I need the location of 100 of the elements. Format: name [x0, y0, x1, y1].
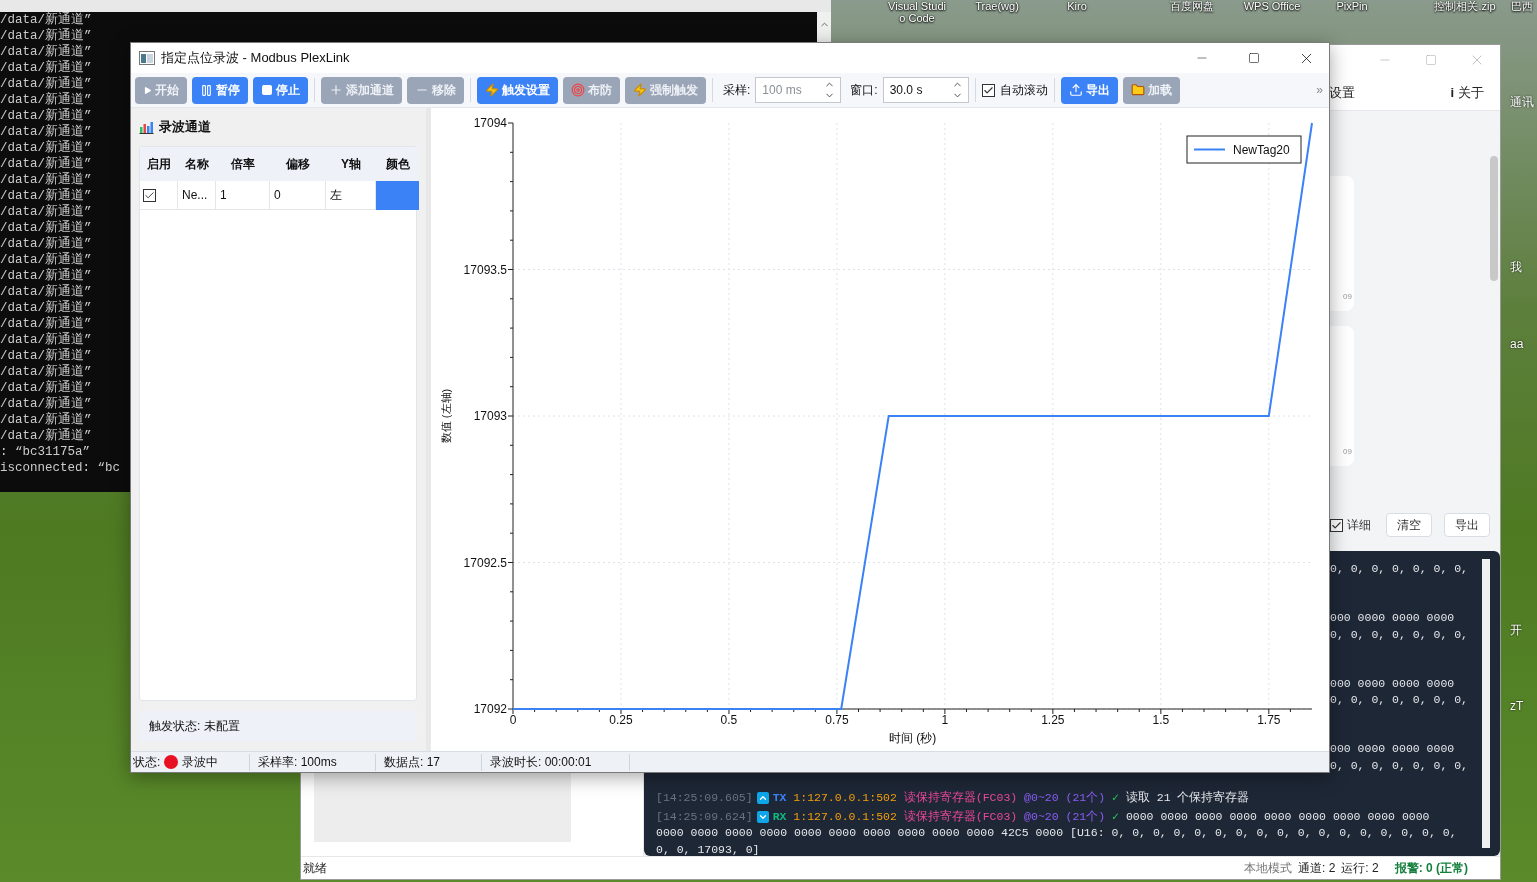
desktop-icon-label[interactable]: Kiro: [1067, 0, 1087, 12]
check-icon: [144, 189, 155, 201]
enable-checkbox[interactable]: [143, 188, 156, 202]
log-message: 读取 21 个保持寄存器: [1125, 791, 1250, 805]
y-tick-label: 17092.5: [463, 555, 507, 570]
terminal-line: isconnected: “bc: [0, 460, 121, 476]
desktop-icon-label[interactable]: 巴西: [1511, 0, 1533, 12]
stop-icon: [261, 84, 273, 96]
auto-scroll-checkbox[interactable]: 自动滚动: [981, 81, 1048, 99]
log-line: 000 0000 0000 0000: [1329, 675, 1456, 692]
spin-field[interactable]: 30.0 s: [882, 77, 969, 103]
status-text: 录波时长: 00:00:01: [490, 753, 592, 771]
terminal-line: /data/新通道”: [0, 92, 92, 108]
status-text: 运行: 2: [1341, 859, 1379, 877]
log-function: 读保持寄存器(FC03): [903, 809, 1018, 823]
terminal-line: /data/新通道”: [0, 204, 92, 220]
log-range: @0~20 (21个): [1024, 791, 1106, 805]
desktop-icon-label[interactable]: Trae(wg): [975, 0, 1019, 12]
lightning-icon: [485, 83, 499, 97]
x-tick-label: 1: [941, 713, 949, 727]
log-ok: ✓: [1112, 791, 1119, 805]
card-date: 09: [1343, 292, 1352, 301]
terminal-line: /data/新通道”: [0, 252, 92, 268]
window-title: 指定点位录波 - Modbus PlexLink: [161, 49, 351, 67]
log-line: 0, 0, 0, 0, 0, 0, 0,: [1329, 626, 1470, 643]
scrollbar[interactable]: [1482, 558, 1490, 848]
desktop-icon-label[interactable]: Visual Studi o Code: [888, 0, 946, 24]
desktop-icon-label[interactable]: 我: [1510, 259, 1522, 276]
panel-title: 录波通道: [159, 118, 211, 136]
terminal-line: /data/新通道”: [0, 236, 92, 252]
app-icon: [139, 51, 155, 65]
log-button[interactable]: 清空: [1386, 513, 1432, 538]
terminal-line: /data/新通道”: [0, 156, 92, 172]
table-cell: 1: [216, 181, 270, 210]
log-time: [14:25:09.624]: [656, 809, 753, 823]
log-time: [14:25:09.605]: [656, 791, 753, 805]
column-header: 启用: [140, 147, 178, 181]
log-line: 000 0000 0000 0000: [1329, 610, 1456, 627]
terminal-line: /data/新通道”: [0, 428, 92, 444]
menu-item[interactable]: i 关于: [1450, 83, 1484, 102]
column-header: 名称: [178, 147, 216, 181]
trigger-status: 触发状态: 未配置: [139, 711, 417, 742]
column-header: 偏移: [270, 147, 326, 181]
toolbar-button[interactable]: 停止: [253, 76, 308, 104]
lightning-icon: [633, 83, 647, 97]
pause-icon: [200, 83, 213, 97]
log-address: 1:127.0.0.1:502: [793, 809, 897, 823]
terminal-line: : “bc31175a”: [0, 444, 90, 460]
desktop-icon-label[interactable]: 控制相关.zip: [1434, 0, 1496, 12]
log-line: 0, 0, 0, 0, 0, 0, 0,: [1329, 560, 1470, 577]
desktop-icon-label[interactable]: aa: [1510, 337, 1524, 351]
folder-icon: [1130, 83, 1145, 97]
terminal-line: /data/新通道”: [0, 140, 92, 156]
detail-checkbox[interactable]: 详细: [1330, 516, 1371, 534]
toolbar-button[interactable]: 导出: [1060, 76, 1118, 104]
x-tick-label: 1.25: [1041, 713, 1065, 727]
desktop-icon-label[interactable]: PixPin: [1336, 0, 1368, 12]
terminal-line: /data/新通道”: [0, 76, 92, 92]
terminal-line: /data/新通道”: [0, 28, 92, 44]
table-cell: 0: [270, 181, 326, 210]
status-value: 录波中: [182, 753, 219, 771]
log-line: 0, 0, 17093, 0]: [656, 841, 760, 856]
color-swatch[interactable]: [376, 181, 419, 210]
column-header: 倍率: [216, 147, 270, 181]
terminal-line: /data/新通道”: [0, 316, 92, 332]
desktop-icon-label[interactable]: 通讯: [1510, 94, 1534, 111]
terminal-line: /data/新通道”: [0, 364, 92, 380]
terminal-line: /data/新通道”: [0, 220, 92, 236]
log-function: 读保持寄存器(FC03): [903, 791, 1018, 805]
card-date: 09: [1343, 447, 1352, 456]
desktop-icon-label[interactable]: 开: [1510, 622, 1522, 639]
desktop-icon-label[interactable]: WPS Office: [1243, 0, 1301, 12]
x-axis-title: 时间 (秒): [888, 731, 937, 745]
y-tick-label: 17093.5: [463, 262, 507, 277]
menu-item[interactable]: 设置: [1329, 83, 1356, 102]
y-axis-title: 数值 (左轴): [440, 388, 452, 444]
x-tick-label: 0.75: [825, 713, 849, 727]
check-icon: [982, 84, 994, 96]
scrollbar[interactable]: [1490, 156, 1498, 281]
legend-swatch: [1193, 148, 1226, 151]
terminal-line: /data/新通道”: [0, 12, 92, 28]
toolbar-button[interactable]: 触发设置: [477, 76, 558, 104]
terminal-line: /data/新通道”: [0, 268, 92, 284]
log-range: @0~20 (21个): [1024, 809, 1106, 823]
status-text: 就绪: [303, 859, 327, 877]
status-text: 通道: 2: [1297, 859, 1336, 877]
y-tick-label: 17092: [473, 702, 507, 716]
x-tick-label: 1.5: [1152, 713, 1170, 727]
terminal-line: /data/新通道”: [0, 348, 92, 364]
log-line: 0, 0, 0, 0, 0, 0, 0,: [1329, 757, 1470, 774]
log-direction: TX: [772, 791, 787, 805]
log-direction: RX: [772, 809, 787, 823]
toolbar-overflow[interactable]: »: [1316, 83, 1323, 97]
terminal-line: /data/新通道”: [0, 44, 92, 60]
log-button[interactable]: 导出: [1444, 513, 1490, 538]
toolbar-button[interactable]: 暂停: [192, 76, 248, 104]
legend-label: NewTag20: [1233, 143, 1290, 157]
desktop-icon-label[interactable]: zT: [1510, 699, 1524, 713]
desktop-icon-label[interactable]: 百度网盘: [1170, 0, 1214, 12]
y-tick-label: 17093: [473, 409, 507, 423]
